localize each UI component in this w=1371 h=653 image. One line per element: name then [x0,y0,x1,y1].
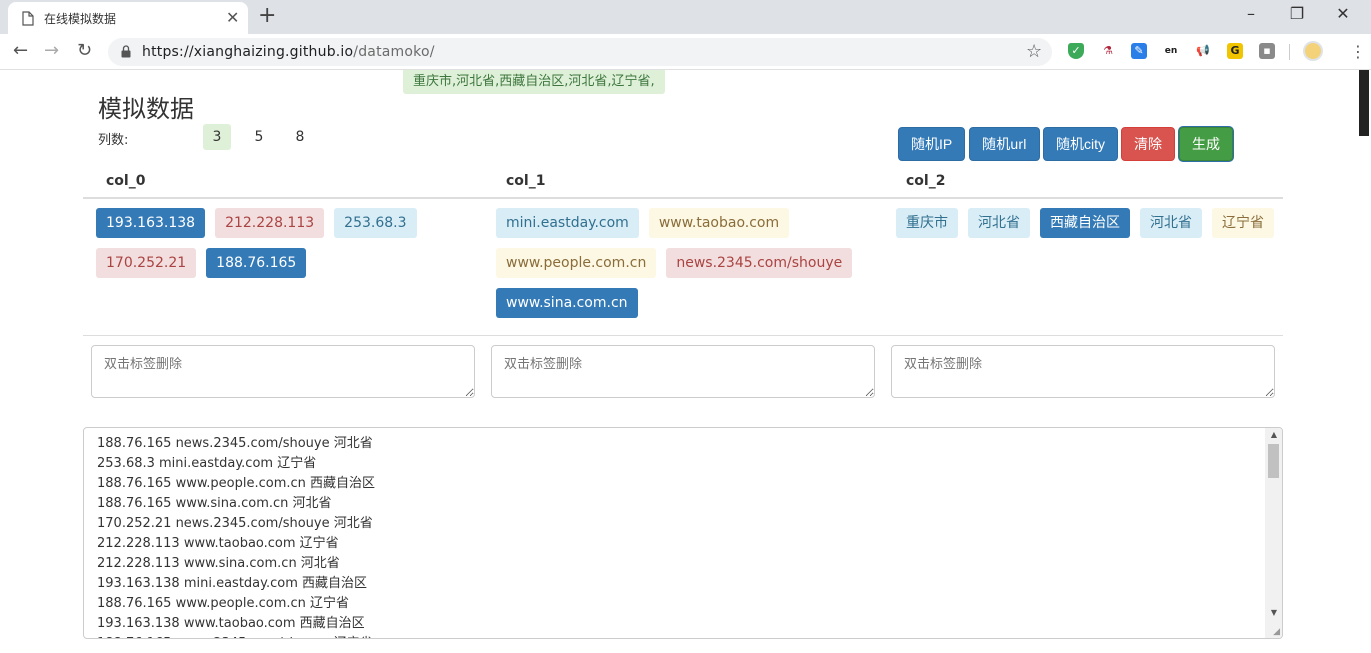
output-line: 188.76.165 news.2345.com/shouye 辽宁省 [97,634,375,638]
document-icon [22,11,34,26]
column-1-cell: mini.eastday.com www.taobao.com www.people… [496,208,896,328]
translate-extension-icon[interactable]: en [1163,43,1179,59]
tag-chip[interactable]: www.sina.com.cn [496,288,638,318]
puzzle-extension-icon[interactable]: ▪ [1259,43,1275,59]
minimize-button[interactable]: – [1228,4,1274,23]
column-2-cell: 重庆市 河北省 西藏自治区 河北省 辽宁省 [896,208,1296,248]
page-scroll-thumb[interactable] [1359,70,1369,136]
tab-close-icon[interactable]: ✕ [226,8,239,27]
page-title: 模拟数据 [98,95,194,123]
output-line: 253.68.3 mini.eastday.com 辽宁省 [97,456,317,471]
column-header: col_1 [506,173,546,189]
column-2-textarea[interactable] [891,345,1275,398]
row-divider [83,335,1283,336]
output-line: 212.228.113 www.taobao.com 辽宁省 [97,536,339,551]
restore-button[interactable]: ❐ [1274,4,1320,23]
random-city-button[interactable]: 随机city [1043,127,1118,161]
random-ip-button[interactable]: 随机IP [898,127,966,161]
output-line: 170.252.21 news.2345.com/shouye 河北省 [97,516,373,531]
scroll-up-icon[interactable]: ▲ [1271,430,1277,439]
tag-chip[interactable]: 西藏自治区 [1040,208,1130,238]
url-text: https://xianghaizing.github.io/datamoko/ [142,44,435,60]
toolbar-divider [1289,44,1290,60]
tag-chip[interactable]: 辽宁省 [1212,208,1274,238]
tag-chip[interactable]: 212.228.113 [215,208,325,238]
random-url-button[interactable]: 随机url [969,127,1040,161]
output-textarea[interactable]: 188.76.165 news.2345.com/shouye 河北省 253.6… [83,427,1283,639]
output-line: 188.76.165 www.sina.com.cn 河北省 [97,496,332,511]
tag-chip[interactable]: 188.76.165 [206,248,307,278]
column-header: col_0 [106,173,146,189]
tag-list: 重庆市 河北省 西藏自治区 河北省 辽宁省 [896,208,1286,248]
shield-extension-icon[interactable]: ✓ [1068,43,1084,59]
scroll-thumb[interactable] [1268,444,1279,478]
menu-dots-icon[interactable]: ⋮ [1350,42,1366,61]
flask-extension-icon[interactable]: ⚗ [1100,43,1116,59]
generate-button[interactable]: 生成 [1179,127,1233,161]
pen-extension-icon[interactable]: ✎ [1131,43,1147,59]
tag-chip[interactable]: news.2345.com/shouye [666,248,853,278]
bookmark-star-icon[interactable]: ☆ [1026,41,1042,62]
clear-button[interactable]: 清除 [1121,127,1175,161]
output-line: 193.163.138 mini.eastday.com 西藏自治区 [97,576,368,591]
output-line: 188.76.165 news.2345.com/shouye 河北省 [97,436,373,451]
scroll-down-icon[interactable]: ▼ [1271,608,1277,617]
page-scrollbar[interactable] [1357,70,1371,653]
output-line: 212.228.113 www.sina.com.cn 河北省 [97,556,340,571]
tag-chip[interactable]: mini.eastday.com [496,208,639,238]
tag-chip[interactable]: 170.252.21 [96,248,197,278]
output-line: 193.163.138 www.taobao.com 西藏自治区 [97,616,365,631]
browser-tab-bar: 在线模拟数据 ✕ + – ❐ ✕ [0,0,1371,34]
output-line: 188.76.165 www.people.com.cn 西藏自治区 [97,476,376,491]
megaphone-extension-icon[interactable]: 📢 [1195,43,1211,59]
close-window-button[interactable]: ✕ [1320,4,1366,23]
output-line: 188.76.165 www.people.com.cn 辽宁省 [97,596,350,611]
tag-list: 193.163.138 212.228.113 253.68.3 170.252.21… [96,208,486,288]
column-1-textarea[interactable] [491,345,875,398]
output-lines: 188.76.165 news.2345.com/shouye 河北省 253.6… [97,434,376,638]
tag-chip[interactable]: 河北省 [968,208,1030,238]
address-bar[interactable]: https://xianghaizing.github.io/datamoko/… [108,38,1052,66]
tag-chip[interactable]: 253.68.3 [334,208,417,238]
page-content: 重庆市,河北省,西藏自治区,河北省,辽宁省, 模拟数据 列数: 3 5 8 随机… [0,70,1371,653]
column-option-5[interactable]: 5 [245,124,273,150]
column-option-3[interactable]: 3 [203,124,231,150]
lock-icon [121,45,131,58]
column-0-textarea[interactable] [91,345,475,398]
tag-chip[interactable]: www.taobao.com [648,208,790,238]
tag-chip[interactable]: 河北省 [1140,208,1202,238]
profile-avatar-icon[interactable] [1303,41,1323,61]
resize-grip-icon[interactable]: ◢ [1273,627,1280,637]
column-0-cell: 193.163.138 212.228.113 253.68.3 170.252.21… [96,208,496,288]
url-path: /datamoko/ [353,44,435,60]
output-scrollbar[interactable]: ▲ ▼ [1265,428,1282,638]
url-host: https://xianghaizing.github.io [142,44,354,60]
tag-chip[interactable]: www.people.com.cn [496,248,657,278]
reload-icon[interactable]: ↻ [77,40,92,61]
forward-arrow-icon[interactable]: → [44,40,59,61]
table-header: col_0 col_1 col_2 [83,165,1283,199]
back-arrow-icon[interactable]: ← [13,40,28,61]
column-count-label: 列数: [98,133,129,148]
column-header: col_2 [906,173,946,189]
copied-toast: 重庆市,河北省,西藏自治区,河北省,辽宁省, [403,70,665,94]
browser-tab[interactable]: 在线模拟数据 ✕ [8,2,248,34]
tag-list: mini.eastday.com www.taobao.com www.people… [496,208,886,328]
column-option-8[interactable]: 8 [286,124,314,150]
new-tab-button[interactable]: + [258,3,276,28]
tag-chip[interactable]: 193.163.138 [96,208,206,238]
grammarly-extension-icon[interactable]: G [1227,43,1243,59]
tag-chip[interactable]: 重庆市 [896,208,958,238]
browser-toolbar: ← → ↻ https://xianghaizing.github.io/dat… [0,34,1371,70]
tab-title: 在线模拟数据 [44,12,117,26]
